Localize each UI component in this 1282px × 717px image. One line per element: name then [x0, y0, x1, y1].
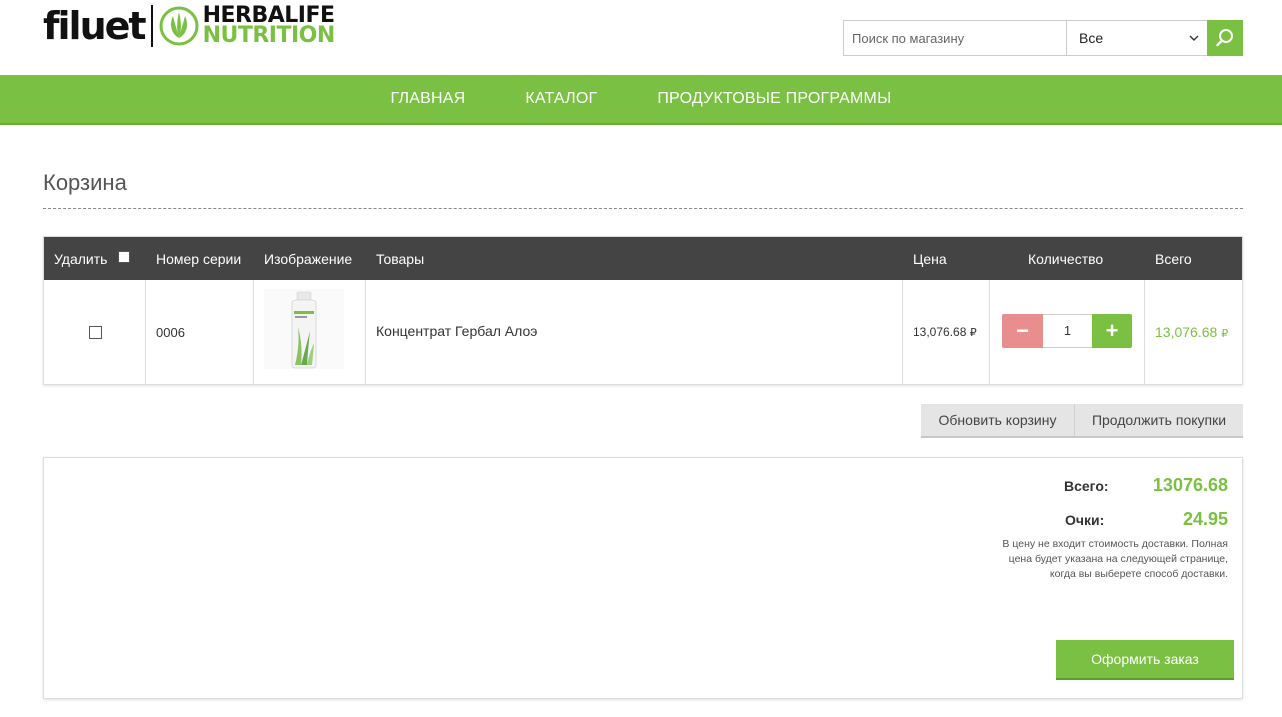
- plus-icon: +: [1105, 318, 1119, 343]
- main-nav: ГЛАВНАЯ КАТАЛОГ ПРОДУКТОВЫЕ ПРОГРАММЫ: [0, 75, 1282, 125]
- search-scope-select[interactable]: Все: [1066, 20, 1208, 56]
- item-total: 13,076.68 ₽: [1155, 324, 1228, 340]
- delivery-note: В цену не входит стоимость доставки. Пол…: [1002, 538, 1228, 580]
- cell-divider: [145, 280, 146, 384]
- item-price: 13,076.68 ₽: [913, 325, 977, 339]
- cell-divider: [989, 280, 990, 384]
- site-logo[interactable]: filuet HERBALIFE NUTRITION: [43, 4, 335, 48]
- item-price-value: 13,076.68: [913, 325, 967, 339]
- herbalife-leaf-icon: [159, 6, 199, 46]
- summary-total-value: 13076.68: [1152, 475, 1228, 495]
- quantity-input[interactable]: 1: [1043, 314, 1092, 348]
- site-header: filuet HERBALIFE NUTRITION Все: [0, 0, 1282, 75]
- col-sku: Номер серии: [156, 251, 242, 267]
- filuet-logo-text: filuet: [43, 4, 147, 48]
- item-total-value: 13,076.68: [1155, 324, 1218, 340]
- delete-item-checkbox[interactable]: [89, 326, 102, 339]
- search-button[interactable]: [1207, 20, 1243, 56]
- table-row: 0006 Концентрат Гербал Алоэ 13,076.68 ₽ …: [44, 280, 1242, 384]
- checkout-button[interactable]: Оформить заказ: [1056, 640, 1234, 680]
- summary-points-value: 24.95: [1182, 509, 1228, 529]
- cart-table-header: Удалить Номер серии Изображение Товары Ц…: [44, 237, 1242, 280]
- col-delete: Удалить: [54, 251, 108, 267]
- col-quantity: Количество: [1028, 251, 1104, 267]
- cart-table: Удалить Номер серии Изображение Товары Ц…: [43, 236, 1243, 385]
- decrease-quantity-button[interactable]: −: [1002, 314, 1043, 348]
- cell-divider: [253, 280, 254, 384]
- chevron-down-icon: [1189, 35, 1199, 41]
- title-divider: [43, 208, 1243, 209]
- herbalife-wordmark: HERBALIFE NUTRITION: [202, 5, 336, 48]
- col-image: Изображение: [264, 251, 353, 267]
- logo-divider: [150, 5, 153, 47]
- summary-total-label: Всего:: [1064, 478, 1109, 494]
- logo-nutrition: NUTRITION: [202, 23, 336, 48]
- product-image[interactable]: [264, 289, 344, 369]
- ruble-icon: ₽: [969, 327, 977, 339]
- col-total: Всего: [1155, 251, 1192, 267]
- search-input[interactable]: [843, 20, 1067, 56]
- page-title: Корзина: [43, 170, 127, 195]
- order-summary: Всего: 13076.68 Очки: 24.95 В цену не вх…: [43, 457, 1243, 699]
- cell-divider: [1144, 280, 1145, 384]
- nav-item-programs[interactable]: ПРОДУКТОВЫЕ ПРОГРАММЫ: [657, 90, 891, 108]
- nav-item-home[interactable]: ГЛАВНАЯ: [391, 90, 466, 108]
- summary-points-label: Очки:: [1065, 512, 1105, 528]
- continue-shopping-button[interactable]: Продолжить покупки: [1074, 404, 1243, 438]
- item-sku: 0006: [156, 325, 185, 340]
- cell-divider: [365, 280, 366, 384]
- update-cart-button[interactable]: Обновить корзину: [921, 404, 1074, 438]
- search-scope-value: Все: [1079, 30, 1104, 46]
- quantity-stepper: − 1 +: [1002, 314, 1132, 348]
- col-product: Товары: [376, 251, 425, 267]
- search-icon: [1216, 29, 1233, 47]
- minus-icon: −: [1016, 318, 1029, 343]
- cell-divider: [902, 280, 903, 384]
- col-price: Цена: [913, 251, 947, 267]
- ruble-icon: ₽: [1221, 328, 1229, 340]
- nav-item-catalog[interactable]: КАТАЛОГ: [525, 90, 597, 108]
- increase-quantity-button[interactable]: +: [1092, 314, 1132, 348]
- select-all-checkbox[interactable]: [118, 251, 130, 263]
- product-name-link[interactable]: Концентрат Гербал Алоэ: [376, 323, 537, 339]
